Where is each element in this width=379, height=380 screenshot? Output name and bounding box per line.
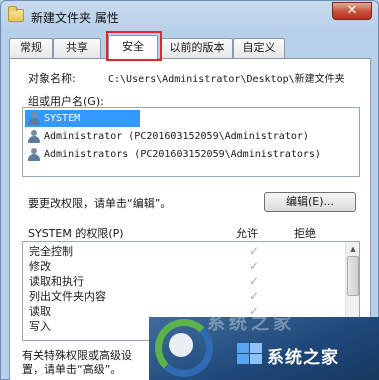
allow-check-icon: ✓ <box>249 259 260 273</box>
title-bar[interactable]: 新建文件夹 属性 ✕ <box>1 1 378 31</box>
scroll-thumb[interactable] <box>347 256 359 296</box>
tab-security[interactable]: 安全 <box>108 35 158 60</box>
scroll-up-arrow-icon[interactable]: ▲ <box>347 243 359 255</box>
permission-name: 列出文件夹内容 <box>29 290 106 303</box>
tab-strip: 常规 共享 安全 以前的版本 自定义 <box>9 35 372 60</box>
allow-check-icon: ✓ <box>249 274 260 288</box>
user-name: Administrator (PC201603152059\Administra… <box>44 131 309 142</box>
allow-header: 允许 <box>236 227 258 240</box>
user-icon <box>27 130 41 143</box>
group-icon <box>27 148 41 161</box>
user-icon <box>27 112 41 125</box>
tab-sharing[interactable]: 共享 <box>53 38 101 58</box>
permission-name: 完全控制 <box>29 245 73 258</box>
user-name: Administrators (PC201603152059\Administr… <box>44 149 321 160</box>
windows-logo-icon <box>237 343 263 365</box>
tab-customize[interactable]: 自定义 <box>233 38 285 58</box>
allow-check-icon: ✓ <box>249 289 260 303</box>
list-item[interactable]: Administrators (PC201603152059\Administr… <box>25 146 357 163</box>
object-name-label: 对象名称: <box>28 72 76 85</box>
permission-name: 修改 <box>29 260 51 273</box>
list-item[interactable]: SYSTEM <box>25 110 140 127</box>
list-item: 完全控制 ✓ <box>29 244 339 259</box>
tab-previous-versions[interactable]: 以前的版本 <box>161 38 233 58</box>
watermark-text: 系统之家 <box>267 348 339 368</box>
list-item: 读取和执行 ✓ <box>29 274 339 289</box>
window-title: 新建文件夹 属性 <box>31 11 119 25</box>
edit-button[interactable]: 编辑(E)... <box>264 192 356 212</box>
tab-general[interactable]: 常规 <box>9 38 53 58</box>
folder-icon <box>8 6 24 22</box>
object-name-value: C:\Users\Administrator\Desktop\新建文件夹 <box>108 74 345 84</box>
users-list[interactable]: SYSTEM Administrator (PC201603152059\Adm… <box>22 107 360 177</box>
list-item: 列出文件夹内容 ✓ <box>29 289 339 304</box>
list-item: 修改 ✓ <box>29 259 339 274</box>
watermark-logo: 系统之家 系统之家 <box>149 317 379 380</box>
permissions-for-label: SYSTEM 的权限(P) <box>28 227 124 240</box>
watermark-ring-center <box>169 333 193 357</box>
deny-header: 拒绝 <box>294 227 316 240</box>
allow-check-icon: ✓ <box>249 244 260 258</box>
permission-name: 读取和执行 <box>29 275 84 288</box>
special-permissions-text: 有关特殊权限或高级设置，请单击“高级”。 <box>22 349 132 376</box>
list-item[interactable]: Administrator (PC201603152059\Administra… <box>25 128 357 145</box>
permission-name: 读取 <box>29 305 51 318</box>
watermark-ghost-text: 系统之家 <box>207 317 295 334</box>
change-permissions-hint: 要更改权限，请单击“编辑”。 <box>28 197 172 210</box>
properties-window: 新建文件夹 属性 ✕ 常规 共享 安全 以前的版本 自定义 对象名称: C:\U… <box>0 0 379 380</box>
close-button[interactable]: ✕ <box>332 2 372 20</box>
user-name: SYSTEM <box>44 113 81 124</box>
permission-name: 写入 <box>29 320 51 333</box>
